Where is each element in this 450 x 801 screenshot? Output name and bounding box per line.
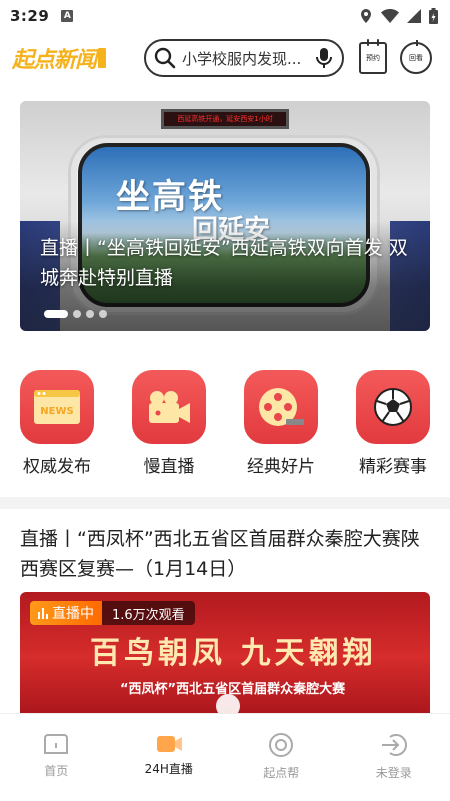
carousel-dot[interactable] [73,310,81,318]
carousel-dot[interactable] [99,310,107,318]
help-icon [269,733,294,757]
live-icon [156,736,182,752]
app-logo[interactable]: 起点新闻 [12,44,112,73]
carousel-dot[interactable] [86,310,94,318]
microphone-icon[interactable] [316,47,332,69]
status-bar: 3:29 A [0,0,450,32]
category-item-classic-films[interactable]: 经典好片 [236,370,326,477]
live-tag: 直播中 [30,601,102,625]
logo-badge [98,48,107,68]
tab-label: 首页 [44,764,69,778]
soccer-ball-icon [356,370,430,444]
wifi-icon [381,9,399,23]
search-icon [154,47,176,69]
reserve-label: 预约 [366,54,380,62]
live-badge: 直播中 1.6万次观看 [30,601,195,625]
tab-label: 起点帮 [263,766,300,780]
home-icon [44,734,69,754]
section-divider [0,497,450,509]
led-display: 西延高铁开通，延安西安1小时 [161,109,289,129]
tab-24h-live[interactable]: 24H直播 [113,714,226,801]
tab-label: 24H直播 [144,762,193,776]
category-grid: NEWS 权威发布 慢直播 经典好片 精彩赛事 [0,370,450,480]
search-input[interactable]: 小学校服内发现... [182,48,316,69]
category-label: 经典好片 [247,457,315,477]
news-title[interactable]: 直播丨“西凤杯”西北五省区首届群众秦腔大赛陕西赛区复赛—（1月14日） [20,524,435,584]
review-label: 回看 [409,54,423,62]
news-thumbnail[interactable]: 直播中 1.6万次观看 百鸟朝凤 九天翱翔 “西凤杯”西北五省区首届群众秦腔大赛 [20,592,430,722]
tab-home[interactable]: 首页 [0,714,113,801]
battery-icon [429,8,438,24]
status-icons [359,8,438,24]
app-header: 起点新闻 小学校服内发现... 预约 回看 [0,36,450,82]
status-time: 3:29 [10,7,50,25]
notification-icon: A [61,10,74,22]
carousel-indicator [44,310,107,318]
category-label: 权威发布 [23,457,91,477]
banner-carousel[interactable]: 西延高铁开通，延安西安1小时 坐高铁 回延安 直播丨“坐高铁回延安”西延高铁双向… [20,101,430,331]
svg-text:NEWS: NEWS [40,406,73,417]
news-icon: NEWS [20,370,94,444]
category-item-sports[interactable]: 精彩赛事 [348,370,438,477]
category-item-news[interactable]: NEWS 权威发布 [12,370,102,477]
calendar-icon: 预约 [359,39,387,74]
live-bars-icon [38,607,48,619]
tab-login[interactable]: 未登录 [338,714,450,801]
reserve-button[interactable]: 预约 [357,39,389,77]
category-item-slow-live[interactable]: 慢直播 [124,370,214,477]
tab-qidian-help[interactable]: 起点帮 [225,714,338,801]
live-label: 直播中 [52,606,94,622]
signal-icon [407,9,421,23]
film-reel-icon [244,370,318,444]
logo-text: 起点新闻 [12,48,97,73]
bottom-tab-bar: 首页 24H直播 起点帮 未登录 [0,713,450,801]
review-button[interactable]: 回看 [400,39,432,77]
category-label: 慢直播 [143,457,195,477]
category-label: 精彩赛事 [359,457,427,477]
thumbnail-calligraphy: 百鸟朝凤 九天翱翔 [90,636,377,671]
banner-title[interactable]: 直播丨“坐高铁回延安”西延高铁双向首发 双城奔赴特别直播 [40,233,422,293]
clock-icon: 回看 [400,40,432,74]
search-box[interactable]: 小学校服内发现... [144,39,344,77]
carousel-dot[interactable] [44,310,68,318]
tab-label: 未登录 [375,766,412,780]
video-camera-icon [132,370,206,444]
location-icon [361,9,371,23]
login-icon [381,734,407,756]
viewer-count: 1.6万次观看 [112,607,185,623]
